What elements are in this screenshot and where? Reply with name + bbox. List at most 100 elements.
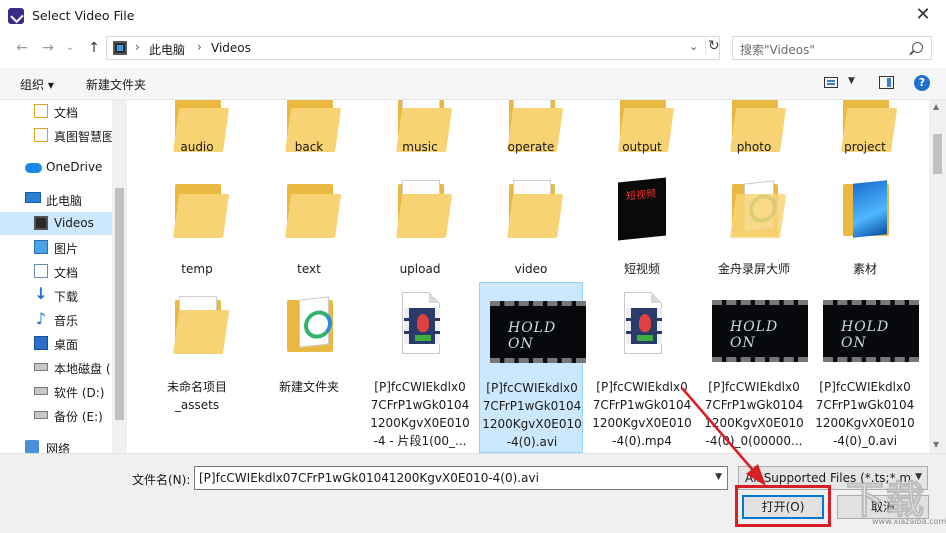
scroll-up-icon[interactable]: ▲ — [933, 102, 939, 111]
folder-video[interactable]: video — [479, 174, 583, 280]
video-file-icon — [618, 292, 668, 354]
file-name: 1200KgvX0E010 — [370, 416, 470, 430]
sidebar-item-this-pc[interactable]: 此电脑 — [0, 188, 112, 211]
breadcrumb-videos[interactable]: Videos — [211, 41, 251, 55]
sidebar-item-network[interactable]: 网络 — [0, 436, 112, 453]
file-name: music — [402, 140, 438, 154]
sidebar-item-drive-e[interactable]: 备份 (E:) — [0, 404, 112, 427]
search-icon[interactable] — [912, 42, 923, 53]
video-library-icon — [113, 41, 127, 55]
file-name: 1200KgvX0E010 — [704, 416, 804, 430]
cloud-icon — [25, 163, 42, 173]
folder-music[interactable]: music — [368, 100, 472, 162]
address-row: ← → ⌄ ↑ › 此电脑 › Videos ⌄ ↻ 搜索"Videos" — [0, 34, 946, 62]
file-mp4[interactable]: [P]fcCWIEkdlx0 7CFrP1wGk0104 1200KgvX0E0… — [590, 288, 694, 453]
file-name: [P]fcCWIEkdlx0 — [374, 380, 466, 394]
new-folder-button[interactable]: 新建文件夹 — [86, 76, 146, 93]
highlight-box — [735, 485, 831, 527]
folder-temp[interactable]: temp — [145, 174, 249, 280]
filename-value: [P]fcCWIEkdlx07CFrP1wGk01041200KgvX0E010… — [199, 471, 539, 485]
folder-upload[interactable]: upload — [368, 174, 472, 280]
video-thumbnail: HOLD ON — [823, 292, 919, 362]
folder-thumbnail-icon — [841, 176, 891, 238]
breadcrumb-this-pc[interactable]: 此电脑 — [149, 41, 185, 58]
folder-thumbnail-icon: 短视频 — [618, 176, 668, 241]
back-arrow-icon[interactable]: ← — [12, 38, 32, 58]
folder-back[interactable]: back — [257, 100, 361, 162]
folder-output[interactable]: output — [590, 100, 694, 162]
up-arrow-icon[interactable]: ↑ — [84, 38, 104, 58]
computer-icon — [25, 192, 41, 203]
sidebar-item-local-disk-c[interactable]: 本地磁盘 ( — [0, 356, 112, 379]
recent-locations-chevron-icon[interactable]: ⌄ — [60, 38, 80, 58]
video-thumbnail-text: HOLD ON — [730, 319, 779, 351]
chevron-down-icon[interactable]: ▼ — [715, 472, 722, 482]
file-avi-clip[interactable]: HOLD ON [P]fcCWIEkdlx0 7CFrP1wGk0104 120… — [702, 288, 808, 453]
sidebar-item-desktop[interactable]: 桌面 — [0, 332, 112, 355]
app-logo-icon — [8, 8, 24, 24]
organize-menu[interactable]: 组织 ▾ — [20, 76, 54, 93]
file-name: -4(0)_0.avi — [832, 434, 898, 448]
chevron-down-icon[interactable]: ▼ — [848, 76, 855, 86]
sidebar-item-onedrive[interactable]: OneDrive — [0, 156, 112, 179]
sidebar-item-documents-folder[interactable]: 文档 — [0, 100, 112, 123]
scroll-down-icon[interactable]: ▼ — [933, 440, 939, 449]
file-name: 7CFrP1wGk0104 — [704, 398, 804, 412]
file-list-scrollbar[interactable]: ▲ ▼ — [929, 100, 946, 453]
file-video-clip[interactable]: [P]fcCWIEkdlx0 7CFrP1wGk0104 1200KgvX0E0… — [368, 288, 472, 453]
search-placeholder: 搜索"Videos" — [740, 43, 815, 57]
file-name: -4(0).mp4 — [612, 434, 672, 448]
folder-jinzhou[interactable]: 金舟录屏大师 — [702, 174, 806, 280]
view-options-icon[interactable] — [824, 77, 838, 88]
sidebar-scrollbar[interactable] — [112, 100, 127, 453]
help-icon[interactable]: ? — [914, 75, 930, 91]
folder-short-video[interactable]: 短视频 短视频 — [590, 174, 694, 280]
folder-untitled-assets[interactable]: 未命名项目 _assets — [145, 288, 249, 453]
sidebar-item-label: 图片 — [54, 242, 79, 256]
video-library-icon — [34, 216, 48, 230]
sidebar-item-label: 备份 (E:) — [54, 410, 103, 424]
breadcrumb-chevron-icon[interactable]: › — [135, 40, 140, 54]
search-input[interactable]: 搜索"Videos" — [732, 36, 932, 60]
sidebar-item-documents[interactable]: 文档 — [0, 260, 112, 283]
folder-sucai[interactable]: 素材 — [813, 174, 917, 280]
chevron-down-icon[interactable]: ⌄ — [689, 40, 698, 53]
folder-operate[interactable]: operate — [479, 100, 583, 162]
file-avi-0[interactable]: HOLD ON [P]fcCWIEkdlx0 7CFrP1wGk0104 120… — [813, 288, 919, 453]
navigation-pane: 文档 真图智慧图 OneDrive 此电脑 Videos 图片 文档 ↓ 下载 … — [0, 100, 127, 453]
folder-text[interactable]: text — [257, 174, 361, 280]
file-name: 未命名项目 — [166, 380, 227, 394]
sidebar-item-zhentu[interactable]: 真图智慧图 — [0, 124, 114, 147]
sidebar-item-videos[interactable]: Videos — [0, 212, 112, 235]
folder-project[interactable]: project — [813, 100, 917, 162]
breadcrumb-chevron-icon[interactable]: › — [197, 40, 202, 54]
folder-icon — [173, 292, 230, 354]
folder-new-folder[interactable]: 新建文件夹 — [257, 288, 361, 453]
refresh-icon[interactable]: ↻ — [705, 38, 720, 54]
sidebar-item-label: 桌面 — [54, 338, 79, 352]
file-name: 金舟录屏大师 — [717, 262, 790, 276]
sidebar-item-drive-d[interactable]: 软件 (D:) — [0, 380, 112, 403]
title-bar: Select Video File ✕ — [0, 0, 946, 32]
folder-icon — [34, 104, 48, 118]
file-selected-avi[interactable]: HOLD ON [P]fcCWIEkdlx0 7CFrP1wGk0104 120… — [479, 282, 586, 453]
file-name: 7CFrP1wGk0104 — [370, 398, 470, 412]
sidebar-item-pictures[interactable]: 图片 — [0, 236, 112, 259]
filename-field[interactable]: [P]fcCWIEkdlx07CFrP1wGk01041200KgvX0E010… — [194, 466, 728, 490]
folder-photo[interactable]: photo — [702, 100, 806, 162]
file-name: operate — [507, 140, 555, 154]
address-bar[interactable]: › 此电脑 › Videos ⌄ ↻ — [106, 36, 720, 60]
file-name: temp — [181, 262, 213, 276]
preview-pane-icon[interactable] — [879, 76, 894, 89]
forward-arrow-icon[interactable]: → — [38, 38, 58, 58]
sidebar-item-music[interactable]: ♪ 音乐 — [0, 308, 112, 331]
close-button[interactable]: ✕ — [900, 0, 946, 32]
network-icon — [25, 440, 39, 453]
video-file-icon — [396, 292, 446, 354]
filename-label: 文件名(N): — [132, 473, 191, 487]
file-name: 1200KgvX0E010 — [592, 416, 692, 430]
scrollbar-thumb[interactable] — [115, 188, 124, 420]
scrollbar-thumb[interactable] — [933, 134, 942, 174]
sidebar-item-downloads[interactable]: ↓ 下载 — [0, 284, 112, 307]
folder-audio[interactable]: audio — [145, 100, 249, 162]
